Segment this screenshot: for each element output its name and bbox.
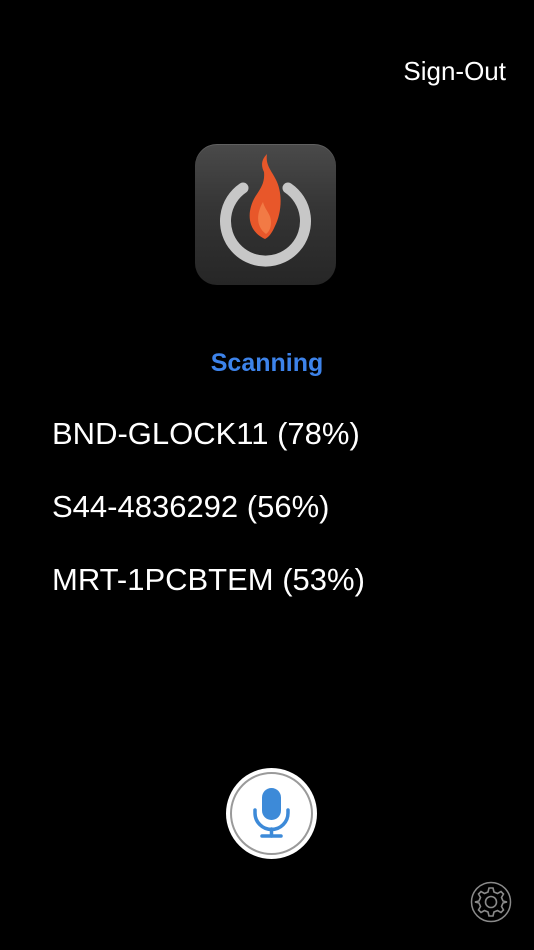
microphone-icon <box>253 788 290 838</box>
settings-button[interactable] <box>470 881 512 923</box>
app-screen: Sign-Out Scanning BND-GLOCK11 (78%) S44-… <box>0 0 534 950</box>
sign-out-button[interactable]: Sign-Out <box>403 54 506 89</box>
list-item[interactable]: MRT-1PCBTEM (53%) <box>52 558 365 631</box>
flame-power-icon <box>220 154 311 267</box>
scanning-status: Scanning <box>210 349 324 377</box>
list-item[interactable]: S44-4836292 (56%) <box>52 485 365 558</box>
microphone-button[interactable] <box>226 768 317 859</box>
list-item[interactable]: BND-GLOCK11 (78%) <box>52 412 365 485</box>
app-logo <box>195 144 336 285</box>
gear-icon <box>470 881 512 923</box>
results-list: BND-GLOCK11 (78%) S44-4836292 (56%) MRT-… <box>52 412 365 631</box>
